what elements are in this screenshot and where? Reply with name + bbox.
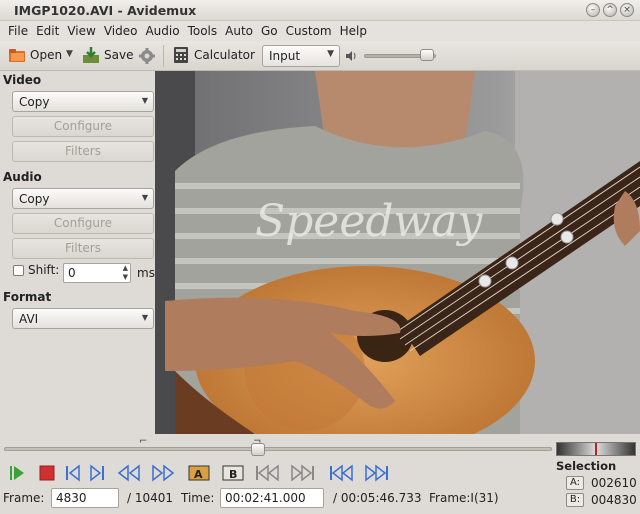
spin-down-icon[interactable]: ▼ xyxy=(123,273,128,281)
open-label: Open xyxy=(30,48,63,62)
video-frame-image: Speedway xyxy=(155,71,640,434)
audio-filters-button[interactable]: Filters xyxy=(12,238,154,259)
seek-bar-handle[interactable] xyxy=(251,443,266,456)
frame-type: Frame:I(31) xyxy=(429,491,499,505)
title-bar: IMGP1020.AVI - Avidemux – ^ × xyxy=(0,0,640,21)
menu-help[interactable]: Help xyxy=(336,24,371,38)
calculator-label: Calculator xyxy=(194,48,255,62)
calculator-button[interactable]: Calculator xyxy=(172,46,255,64)
fast-forward-icon[interactable] xyxy=(150,464,176,482)
frame-total: / 10401 xyxy=(127,491,174,505)
video-filters-button[interactable]: Filters xyxy=(12,141,154,162)
save-label: Save xyxy=(104,48,134,62)
play-icon[interactable] xyxy=(8,464,26,482)
jog-shuttle[interactable] xyxy=(556,442,636,456)
open-icon xyxy=(9,49,25,62)
minimize-icon[interactable]: – xyxy=(586,3,600,17)
save-button[interactable]: Save xyxy=(82,46,133,64)
first-frame-icon[interactable] xyxy=(328,464,354,482)
menu-custom[interactable]: Custom xyxy=(282,24,336,38)
time-input[interactable]: 00:02:41.000 xyxy=(220,488,324,508)
menu-view[interactable]: View xyxy=(63,24,99,38)
selection-heading: Selection xyxy=(556,459,617,473)
selection-b-value: 004830 xyxy=(591,493,637,507)
input-output-value: Input xyxy=(269,49,301,63)
settings-gear-icon[interactable] xyxy=(138,47,156,65)
next-black-frame-icon[interactable] xyxy=(290,464,316,482)
volume-icon xyxy=(346,51,356,61)
window-controls: – ^ × xyxy=(586,3,634,17)
spin-up-icon[interactable]: ▲ xyxy=(123,264,128,272)
menu-tools[interactable]: Tools xyxy=(184,24,222,38)
input-output-select[interactable]: Input ▼ xyxy=(262,45,340,67)
frame-label: Frame: xyxy=(3,491,45,505)
chevron-down-icon: ▼ xyxy=(141,193,148,202)
seek-bar-track[interactable] xyxy=(4,447,552,451)
video-preview[interactable]: Speedway xyxy=(155,71,640,434)
toolbar: Open ▼ Save Calculator Input ▼ xyxy=(0,41,640,71)
shift-row: Shift: xyxy=(13,263,59,277)
open-dropdown-arrow-icon[interactable]: ▼ xyxy=(66,49,73,59)
shift-value: 0 xyxy=(68,266,76,280)
shift-spinbox[interactable]: 0 ▲ ▼ xyxy=(63,263,131,283)
stop-icon[interactable] xyxy=(38,464,56,482)
menu-video[interactable]: Video xyxy=(100,24,142,38)
video-heading: Video xyxy=(3,73,42,87)
rewind-icon[interactable] xyxy=(116,464,142,482)
svg-text:A: A xyxy=(194,468,203,481)
container-format-select[interactable]: AVI ▼ xyxy=(12,308,154,329)
time-total: / 00:05:46.733 xyxy=(333,491,422,505)
open-button[interactable]: Open xyxy=(8,46,62,64)
container-format-value: AVI xyxy=(19,312,39,326)
close-icon[interactable]: × xyxy=(620,3,634,17)
previous-frame-icon[interactable] xyxy=(64,464,82,482)
audio-heading: Audio xyxy=(3,170,42,184)
frame-input[interactable]: 4830 xyxy=(51,488,119,508)
menu-edit[interactable]: Edit xyxy=(32,24,63,38)
menu-file[interactable]: File xyxy=(4,24,32,38)
menu-auto[interactable]: Auto xyxy=(221,24,257,38)
toolbar-separator xyxy=(163,45,164,67)
menu-bar: File Edit View Video Audio Tools Auto Go… xyxy=(0,21,640,41)
svg-text:Speedway: Speedway xyxy=(255,196,483,247)
selection-b-label[interactable]: B: xyxy=(566,493,584,507)
volume-slider-handle[interactable] xyxy=(420,49,434,61)
shift-checkbox[interactable] xyxy=(13,264,24,276)
time-label: Time: xyxy=(181,491,215,505)
audio-codec-select[interactable]: Copy ▼ xyxy=(12,188,154,209)
previous-black-frame-icon[interactable] xyxy=(254,464,280,482)
audio-codec-value: Copy xyxy=(19,192,50,206)
chevron-down-icon: ▼ xyxy=(141,313,148,322)
audio-configure-button[interactable]: Configure xyxy=(12,213,154,234)
maximize-icon[interactable]: ^ xyxy=(603,3,617,17)
chevron-down-icon: ▼ xyxy=(141,96,148,105)
chevron-down-icon: ▼ xyxy=(327,49,334,59)
jog-indicator xyxy=(595,443,597,455)
format-heading: Format xyxy=(3,290,52,304)
video-configure-button[interactable]: Configure xyxy=(12,116,154,137)
video-codec-select[interactable]: Copy ▼ xyxy=(12,91,154,112)
shift-label: Shift: xyxy=(28,263,60,277)
selection-a-label[interactable]: A: xyxy=(566,476,584,490)
video-codec-value: Copy xyxy=(19,95,50,109)
menu-audio[interactable]: Audio xyxy=(141,24,183,38)
selection-a-value: 002610 xyxy=(591,476,637,490)
svg-text:B: B xyxy=(229,468,237,481)
menu-go[interactable]: Go xyxy=(257,24,282,38)
marker-a-indicator: ⌐ xyxy=(139,436,148,447)
save-icon xyxy=(83,47,99,63)
window-title: IMGP1020.AVI - Avidemux xyxy=(14,3,197,18)
set-marker-b-icon[interactable]: B xyxy=(222,464,244,482)
shift-unit-label: ms xyxy=(137,266,155,280)
calculator-icon xyxy=(174,47,188,63)
last-frame-icon[interactable] xyxy=(364,464,390,482)
set-marker-a-icon[interactable]: A xyxy=(188,464,210,482)
next-frame-icon[interactable] xyxy=(88,464,106,482)
